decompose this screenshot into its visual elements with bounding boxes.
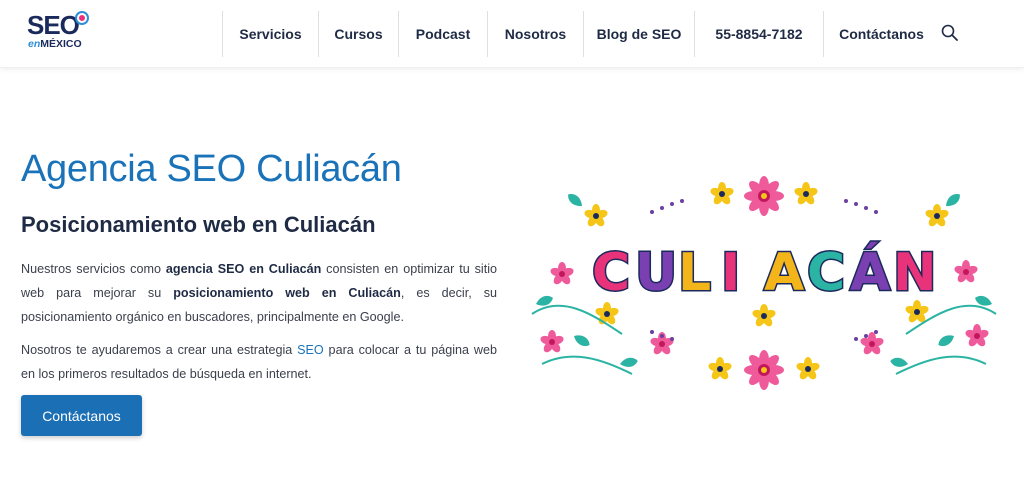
page-title: Agencia SEO Culiacán bbox=[21, 148, 402, 190]
nav-item-blog[interactable]: Blog de SEO bbox=[583, 11, 694, 57]
illustration-letter: L bbox=[678, 243, 711, 303]
main-nav: Servicios Cursos Podcast Nosotros Blog d… bbox=[222, 11, 939, 57]
seo-link[interactable]: SEO bbox=[297, 343, 324, 357]
illustration-letter: C bbox=[807, 243, 845, 303]
search-icon[interactable] bbox=[940, 23, 960, 43]
intro-paragraph: Nuestros servicios como agencia SEO en C… bbox=[21, 262, 497, 324]
illustration-letter: C bbox=[592, 243, 630, 303]
culiacan-word: CULIACÁN bbox=[591, 241, 939, 305]
site-header: SEO enMÉXICO Servicios Cursos Podcast No… bbox=[0, 0, 1024, 68]
top-pink-flower bbox=[744, 176, 784, 216]
illustration-letter: N bbox=[893, 243, 937, 303]
illustration-letter: A bbox=[764, 243, 804, 303]
illustration-letter: I bbox=[721, 243, 740, 303]
nav-item-nosotros[interactable]: Nosotros bbox=[487, 11, 583, 57]
logo-dot-icon bbox=[77, 13, 87, 23]
culiacan-illustration-svg: CULIACÁN bbox=[531, 176, 997, 390]
bottom-pink-flower bbox=[744, 350, 784, 390]
site-logo[interactable]: SEO enMÉXICO bbox=[27, 12, 89, 54]
illustration-letter: Á bbox=[850, 242, 890, 303]
illustration-letter: U bbox=[635, 243, 677, 303]
contact-button[interactable]: Contáctanos bbox=[21, 395, 142, 436]
logo-seo-text: SEO bbox=[27, 10, 80, 40]
strategy-paragraph: Nosotros te ayudaremos a crear una estra… bbox=[21, 343, 497, 381]
logo-subtitle: enMÉXICO bbox=[28, 38, 82, 50]
nav-item-contactanos[interactable]: Contáctanos bbox=[823, 11, 939, 57]
nav-item-cursos[interactable]: Cursos bbox=[318, 11, 398, 57]
nav-item-telefono[interactable]: 55-8854-7182 bbox=[694, 11, 823, 57]
nav-item-podcast[interactable]: Podcast bbox=[398, 11, 487, 57]
nav-item-servicios[interactable]: Servicios bbox=[222, 11, 318, 57]
page-subtitle: Posicionamiento web en Culiacán bbox=[21, 212, 376, 237]
culiacan-illustration: CULIACÁN bbox=[522, 164, 1006, 400]
